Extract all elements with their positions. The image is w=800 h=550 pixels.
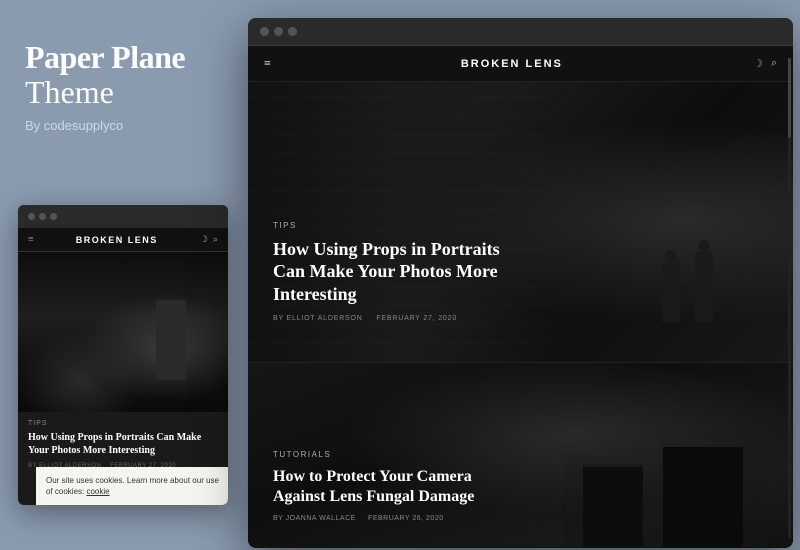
dot-3: [50, 213, 57, 220]
building-silhouette: [563, 427, 763, 547]
hero-author: BY ELLIOT ALDERSON: [273, 315, 363, 322]
second-tag: TUTORIALS: [273, 450, 523, 459]
small-header-icons: ☽ ⌕: [200, 234, 218, 245]
second-title: How to Protect Your Camera Against Lens …: [273, 467, 523, 507]
hero-meta: BY ELLIOT ALDERSON FEBRUARY 27, 2020: [273, 315, 533, 322]
small-preview-card: ≡ BROKEN LENS ☽ ⌕ TIPS How Using Props i…: [18, 205, 228, 505]
small-tag: TIPS: [28, 420, 218, 427]
cookie-notice: Our site uses cookies. Learn more about …: [36, 467, 228, 505]
hamburger-icon: ≡: [28, 234, 34, 245]
browser-dot-3: [288, 27, 297, 36]
second-meta: BY JOANNA WALLACE FEBRUARY 26, 2020: [273, 515, 523, 522]
hero-title: How Using Props in Portraits Can Make Yo…: [273, 238, 533, 306]
blog-hamburger-icon[interactable]: ≡: [264, 56, 271, 71]
small-hero-image: [18, 252, 228, 412]
dot-1: [28, 213, 35, 220]
blog-header: ≡ BROKEN LENS ☽ ⌕: [248, 46, 793, 82]
browser-dot-2: [274, 27, 283, 36]
search-icon[interactable]: ⌕: [771, 57, 777, 70]
browser-dot-1: [260, 27, 269, 36]
second-author: BY JOANNA WALLACE: [273, 515, 356, 522]
cookie-text: Our site uses cookies. Learn more about …: [46, 475, 223, 497]
scrollbar[interactable]: [788, 58, 791, 538]
walking-figures: [662, 262, 713, 322]
figure-1: [662, 262, 680, 322]
theme-title-line1: Paper Plane: [25, 40, 225, 75]
dark-mode-icon[interactable]: ☽: [753, 57, 763, 70]
blog-brand: BROKEN LENS: [461, 58, 563, 70]
small-title: How Using Props in Portraits Can Make Yo…: [28, 431, 218, 457]
search-icon-small: ⌕: [213, 234, 218, 245]
figure-2: [695, 252, 713, 322]
hero-content: TIPS How Using Props in Portraits Can Ma…: [273, 221, 533, 323]
dot-2: [39, 213, 46, 220]
browser-window: ≡ BROKEN LENS ☽ ⌕ TIPS How Using Props i…: [248, 18, 793, 548]
small-brand: BROKEN LENS: [76, 235, 158, 245]
second-article[interactable]: TUTORIALS How to Protect Your Camera Aga…: [248, 362, 793, 547]
theme-by: By codesupplyco: [25, 118, 225, 133]
street-photo: [18, 252, 228, 412]
small-header: ≡ BROKEN LENS ☽ ⌕: [18, 228, 228, 252]
hero-article[interactable]: TIPS How Using Props in Portraits Can Ma…: [248, 82, 793, 362]
blog-header-right: ☽ ⌕: [753, 57, 777, 70]
cookie-link[interactable]: cookie: [86, 487, 109, 496]
scrollbar-thumb[interactable]: [788, 58, 791, 138]
card-dots: [18, 205, 228, 228]
moon-icon: ☽: [200, 234, 208, 245]
hero-tag: TIPS: [273, 221, 533, 230]
theme-title-line2: Theme: [25, 75, 225, 110]
second-date: FEBRUARY 26, 2020: [368, 515, 444, 522]
hero-date: FEBRUARY 27, 2020: [376, 315, 457, 322]
browser-titlebar: [248, 18, 793, 46]
second-content: TUTORIALS How to Protect Your Camera Aga…: [273, 450, 523, 522]
